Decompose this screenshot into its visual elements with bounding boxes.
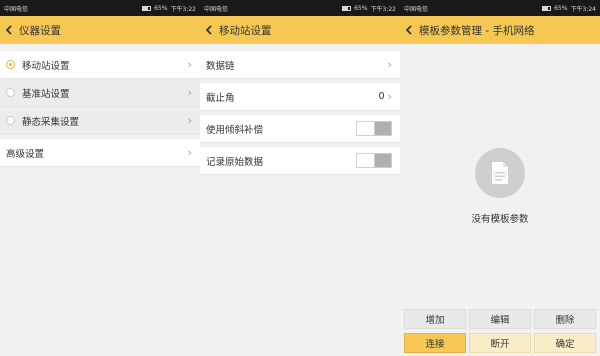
disconnect-button[interactable]: 断开 bbox=[469, 333, 531, 353]
back-chevron-icon[interactable] bbox=[205, 24, 217, 36]
status-time: 下午3:22 bbox=[170, 5, 196, 13]
action-buttons: 增加 编辑 删除 连接 断开 确定 bbox=[400, 306, 600, 356]
chevron-right-icon: › bbox=[187, 114, 192, 127]
list-item-tilt-compensation: 使用倾斜补偿 bbox=[200, 115, 400, 143]
delete-button[interactable]: 删除 bbox=[534, 309, 596, 329]
page-title: 模板参数管理 - 手机网络 bbox=[419, 24, 535, 37]
list-item-cutoff-angle[interactable]: 截止角 0 › bbox=[200, 83, 400, 111]
back-chevron-icon[interactable] bbox=[5, 24, 17, 36]
title-bar: 移动站设置 bbox=[200, 16, 400, 44]
item-label: 移动站设置 bbox=[22, 60, 70, 72]
chevron-right-icon: › bbox=[187, 86, 192, 99]
battery-percent: 65% bbox=[154, 4, 168, 12]
battery-icon bbox=[342, 5, 352, 11]
item-label: 静态采集设置 bbox=[22, 116, 80, 128]
instrument-settings-screen: 中国电信 65% 下午3:22 仪器设置 移动站设置 › 基准站设置 › 静态采… bbox=[0, 0, 200, 356]
status-bar: 中国电信 65% 下午3:22 bbox=[200, 0, 400, 16]
radio-icon[interactable] bbox=[6, 60, 15, 69]
item-label: 截止角 bbox=[206, 92, 235, 104]
battery-percent: 65% bbox=[354, 4, 368, 12]
radio-icon[interactable] bbox=[6, 116, 15, 125]
battery-icon bbox=[542, 5, 552, 11]
list-item-record-raw-data: 记录原始数据 bbox=[200, 147, 400, 175]
cutoff-angle-value: 0 bbox=[378, 91, 385, 102]
status-bar: 中国电信 65% 下午3:24 bbox=[400, 0, 600, 16]
edit-button[interactable]: 编辑 bbox=[469, 309, 531, 329]
title-bar: 模板参数管理 - 手机网络 bbox=[400, 16, 600, 44]
empty-state: 没有模板参数 bbox=[400, 148, 600, 225]
carrier-label: 中国电信 bbox=[204, 5, 229, 13]
status-bar: 中国电信 65% 下午3:22 bbox=[0, 0, 200, 16]
item-label: 基准站设置 bbox=[22, 88, 70, 100]
tilt-compensation-toggle[interactable] bbox=[356, 121, 392, 136]
item-label: 使用倾斜补偿 bbox=[206, 124, 264, 136]
record-raw-data-toggle[interactable] bbox=[356, 153, 392, 168]
item-label: 数据链 bbox=[206, 60, 235, 72]
battery-icon bbox=[142, 5, 152, 11]
list-item-base-settings[interactable]: 基准站设置 › bbox=[0, 79, 200, 107]
add-button[interactable]: 增加 bbox=[404, 309, 466, 329]
radio-icon[interactable] bbox=[6, 88, 15, 97]
back-chevron-icon[interactable] bbox=[405, 24, 417, 36]
screenshot-composite: 中国电信 65% 下午3:22 仪器设置 移动站设置 › 基准站设置 › 静态采… bbox=[0, 0, 600, 356]
rover-settings-screen: 中国电信 65% 下午3:22 移动站设置 数据链 › 截止角 0 › 使用倾斜… bbox=[200, 0, 400, 356]
carrier-label: 中国电信 bbox=[404, 5, 429, 13]
chevron-right-icon: › bbox=[387, 58, 392, 71]
template-parameter-screen: 中国电信 65% 下午3:24 模板参数管理 - 手机网络 没有模板参数 增加 … bbox=[400, 0, 600, 356]
list-item-static-collection-settings[interactable]: 静态采集设置 › bbox=[0, 107, 200, 135]
empty-state-text: 没有模板参数 bbox=[471, 214, 529, 225]
item-label: 记录原始数据 bbox=[206, 156, 264, 168]
status-time: 下午3:24 bbox=[570, 5, 596, 13]
page-title: 移动站设置 bbox=[219, 24, 272, 37]
list-item-datalink[interactable]: 数据链 › bbox=[200, 51, 400, 79]
list-item-rover-settings[interactable]: 移动站设置 › bbox=[0, 51, 200, 79]
list-item-advanced-settings[interactable]: 高级设置 › bbox=[0, 139, 200, 167]
carrier-label: 中国电信 bbox=[4, 5, 29, 13]
chevron-right-icon: › bbox=[187, 58, 192, 71]
item-label: 高级设置 bbox=[6, 148, 45, 160]
confirm-button[interactable]: 确定 bbox=[534, 333, 596, 353]
status-time: 下午3:22 bbox=[370, 5, 396, 13]
page-title: 仪器设置 bbox=[19, 24, 61, 37]
connect-button[interactable]: 连接 bbox=[404, 333, 466, 353]
chevron-right-icon: › bbox=[387, 90, 392, 103]
title-bar: 仪器设置 bbox=[0, 16, 200, 44]
chevron-right-icon: › bbox=[187, 146, 192, 159]
battery-percent: 65% bbox=[554, 4, 568, 12]
document-icon bbox=[475, 148, 525, 198]
